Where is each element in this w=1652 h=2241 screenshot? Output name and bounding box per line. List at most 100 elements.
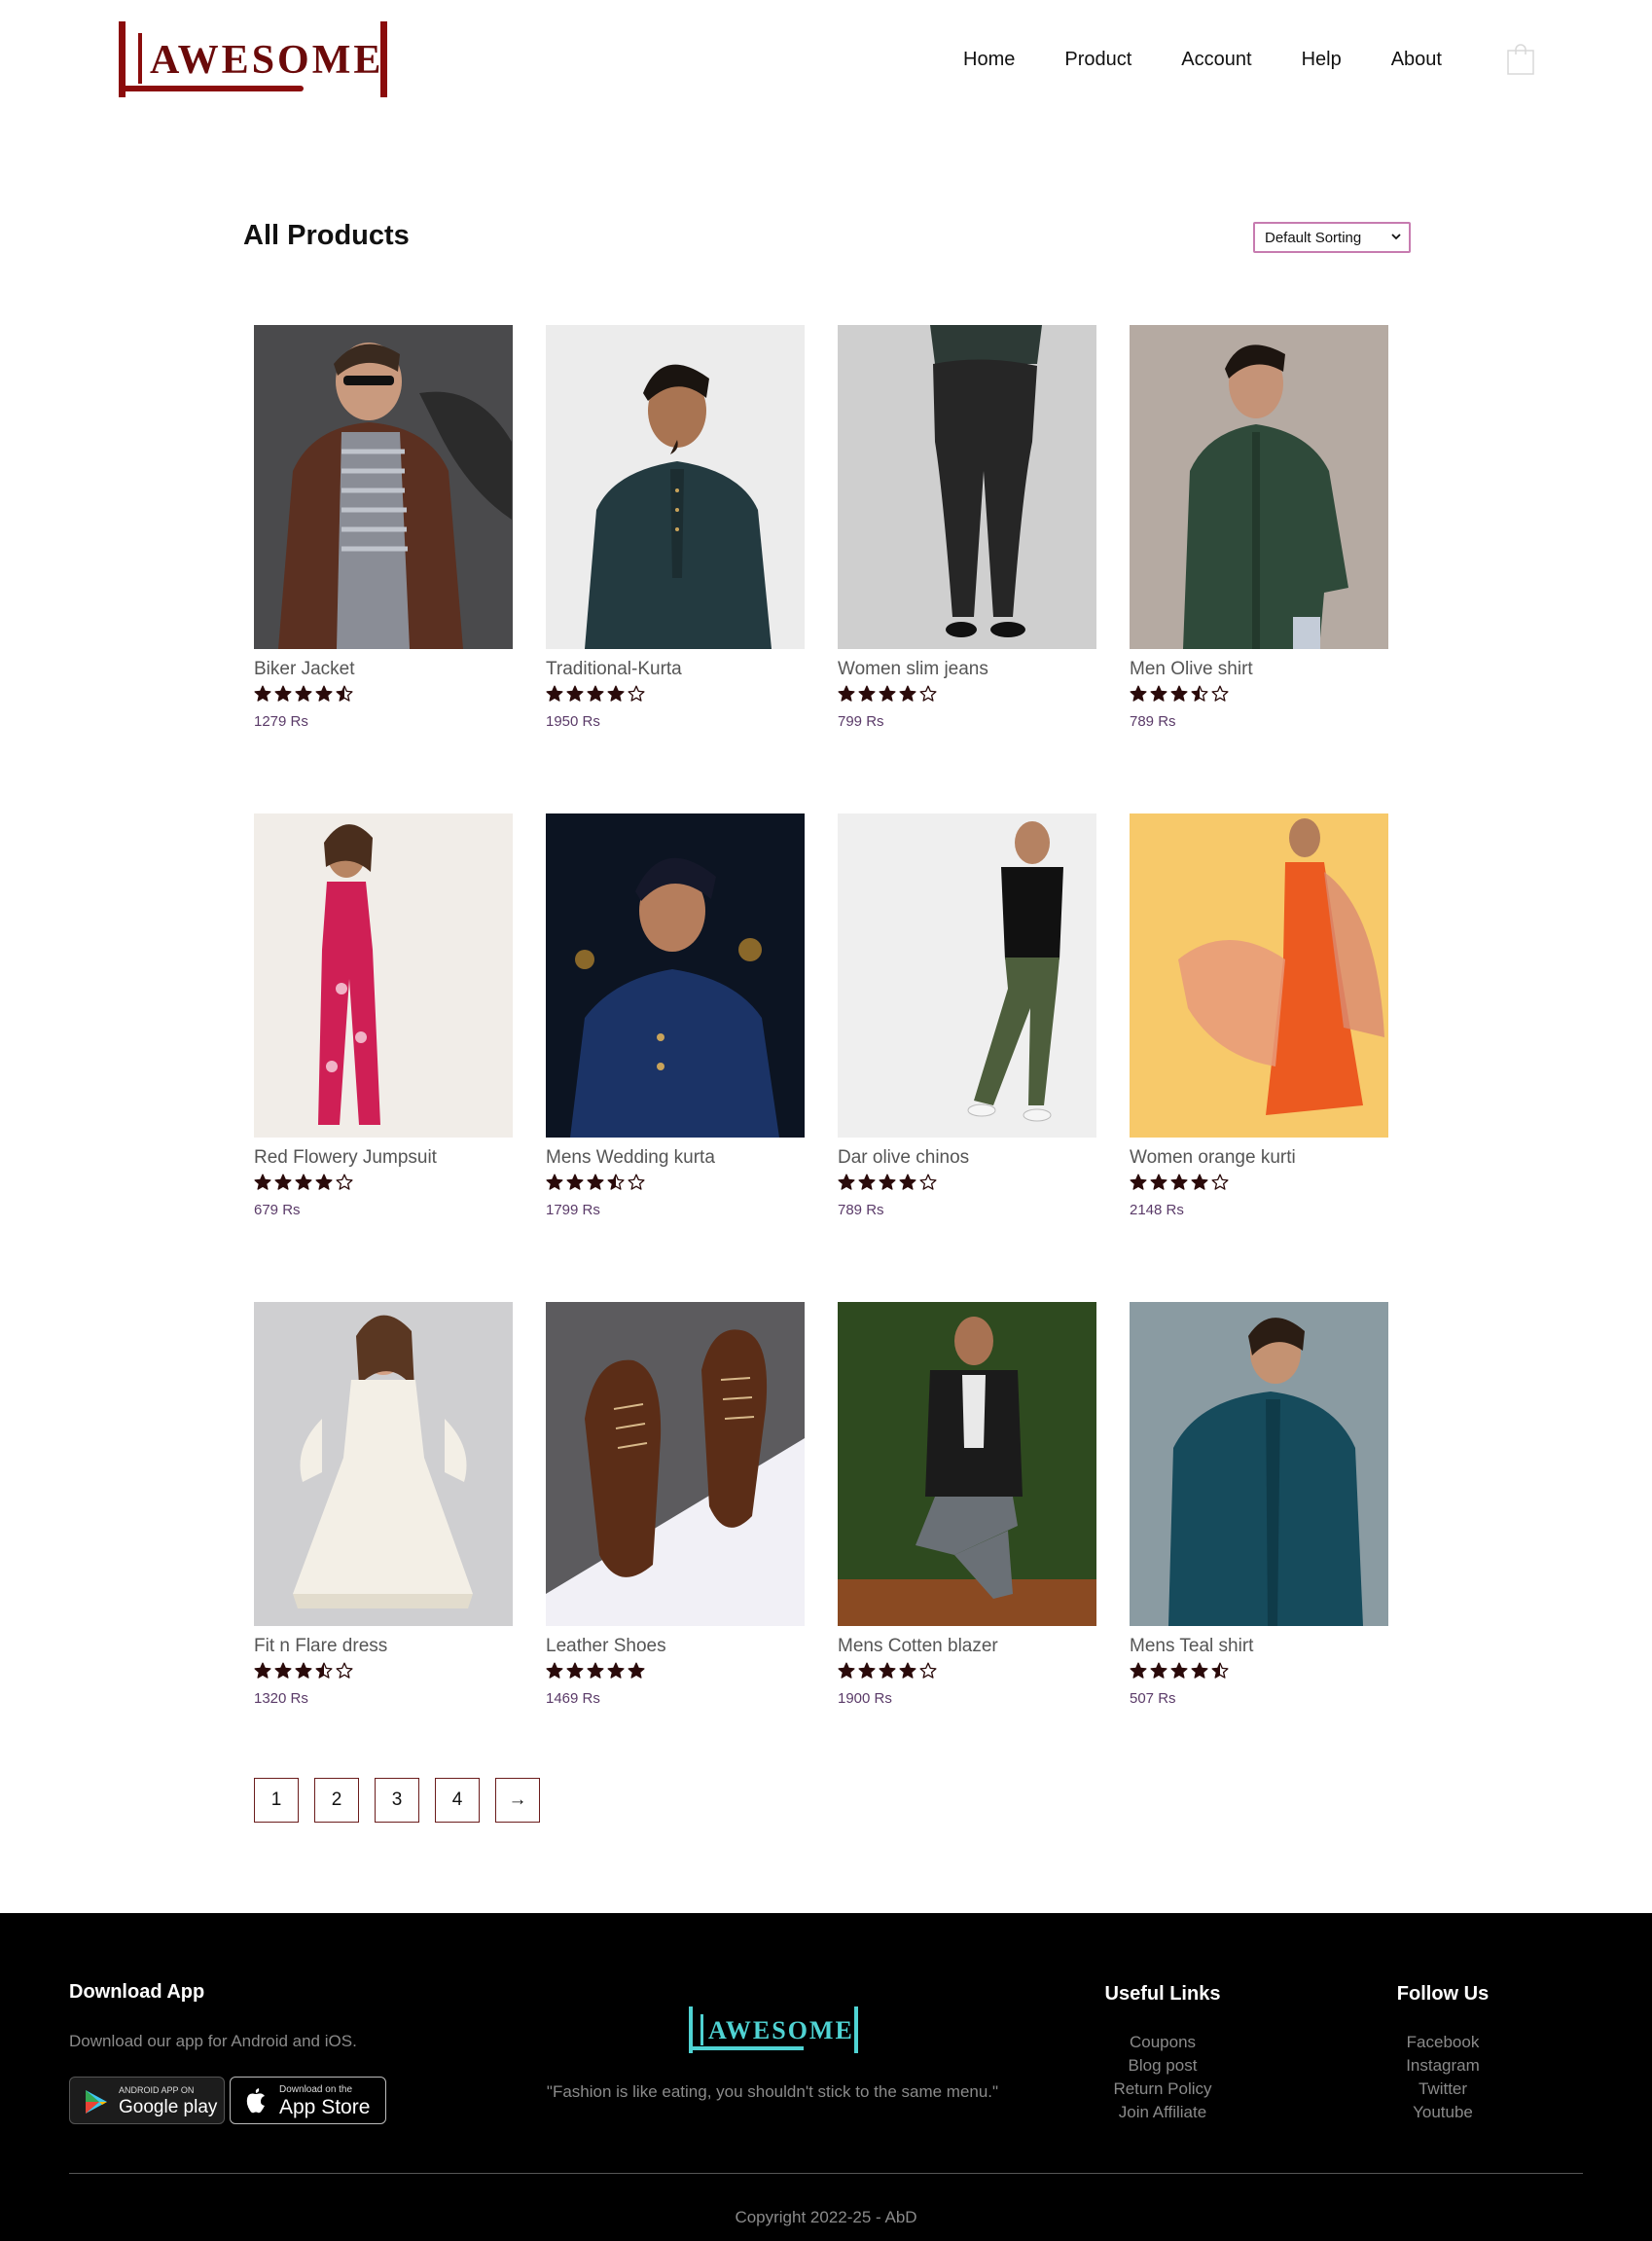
product-price: 1950 Rs xyxy=(546,713,600,730)
star-full-icon xyxy=(295,685,312,702)
product-name[interactable]: Red Flowery Jumpsuit xyxy=(254,1147,437,1169)
product-card[interactable]: Leather Shoes 1469 Rs xyxy=(546,1302,805,1711)
product-image[interactable] xyxy=(1130,325,1388,649)
footer-link-facebook[interactable]: Facebook xyxy=(1346,2031,1540,2054)
product-image[interactable] xyxy=(838,813,1096,1138)
nav-product[interactable]: Product xyxy=(1064,49,1131,71)
product-image[interactable] xyxy=(254,325,513,649)
app-store-badge[interactable]: Download on the App Store xyxy=(230,2077,386,2124)
product-name[interactable]: Mens Teal shirt xyxy=(1130,1636,1253,1657)
nav-help[interactable]: Help xyxy=(1302,49,1342,71)
star-rating xyxy=(838,1174,937,1191)
product-card[interactable]: Women slim jeans 799 Rs xyxy=(838,325,1096,734)
product-card[interactable]: Red Flowery Jumpsuit 679 Rs xyxy=(254,813,513,1222)
google-play-badge[interactable]: ANDROID APP ON Google play xyxy=(69,2077,225,2124)
star-half-icon xyxy=(1191,685,1208,702)
product-image[interactable] xyxy=(546,813,805,1138)
star-full-icon xyxy=(899,1662,916,1679)
star-full-icon xyxy=(1150,685,1167,702)
page-4-button[interactable]: 4 xyxy=(435,1778,480,1823)
shopping-bag-icon[interactable] xyxy=(1506,43,1535,76)
product-name[interactable]: Biker Jacket xyxy=(254,659,354,680)
product-image[interactable] xyxy=(254,1302,513,1626)
product-image[interactable] xyxy=(838,1302,1096,1626)
footer-link-youtube[interactable]: Youtube xyxy=(1346,2101,1540,2124)
nav-home[interactable]: Home xyxy=(963,49,1015,71)
product-card[interactable]: Men Olive shirt 789 Rs xyxy=(1130,325,1388,734)
star-full-icon xyxy=(1191,1662,1208,1679)
star-rating xyxy=(546,1174,645,1191)
product-image[interactable] xyxy=(254,813,513,1138)
star-full-icon xyxy=(315,1174,333,1190)
product-name[interactable]: Women orange kurti xyxy=(1130,1147,1296,1169)
product-price: 789 Rs xyxy=(1130,713,1176,730)
product-price: 1799 Rs xyxy=(546,1202,600,1218)
page-1-button[interactable]: 1 xyxy=(254,1778,299,1823)
footer-link-coupons[interactable]: Coupons xyxy=(1065,2031,1260,2054)
product-image[interactable] xyxy=(838,325,1096,649)
sort-select[interactable]: Default Sorting xyxy=(1253,222,1411,253)
star-rating xyxy=(546,685,645,703)
product-card[interactable]: Women orange kurti 2148 Rs xyxy=(1130,813,1388,1222)
star-empty-icon xyxy=(628,685,645,702)
star-empty-icon xyxy=(1211,685,1229,702)
product-card[interactable]: Mens Wedding kurta 1799 Rs xyxy=(546,813,805,1222)
google-play-label: Google play xyxy=(119,2097,218,2117)
product-name[interactable]: Fit n Flare dress xyxy=(254,1636,387,1657)
product-name[interactable]: Mens Wedding kurta xyxy=(546,1147,715,1169)
nav-about[interactable]: About xyxy=(1391,49,1442,71)
footer-link-blog-post[interactable]: Blog post xyxy=(1065,2054,1260,2078)
footer-link-instagram[interactable]: Instagram xyxy=(1346,2054,1540,2078)
product-name[interactable]: Men Olive shirt xyxy=(1130,659,1253,680)
follow-us-title: Follow Us xyxy=(1396,1983,1490,2005)
product-name[interactable]: Women slim jeans xyxy=(838,659,988,680)
product-card[interactable]: Fit n Flare dress 1320 Rs xyxy=(254,1302,513,1711)
product-image[interactable] xyxy=(1130,1302,1388,1626)
footer-link-return-policy[interactable]: Return Policy xyxy=(1065,2078,1260,2101)
footer-logo-right-bar xyxy=(854,2006,858,2053)
product-image[interactable] xyxy=(546,325,805,649)
page-3-button[interactable]: 3 xyxy=(375,1778,419,1823)
star-full-icon xyxy=(274,1662,292,1679)
product-price: 1320 Rs xyxy=(254,1690,308,1707)
product-card[interactable]: Mens Cotten blazer 1900 Rs xyxy=(838,1302,1096,1711)
star-empty-icon xyxy=(919,685,937,702)
product-price: 1900 Rs xyxy=(838,1690,892,1707)
product-price: 1279 Rs xyxy=(254,713,308,730)
app-store-label: App Store xyxy=(279,2096,371,2118)
brand-logo[interactable]: AWESOME xyxy=(117,21,389,99)
logo-text: AWESOME xyxy=(150,38,384,83)
star-full-icon xyxy=(899,1174,916,1190)
product-card[interactable]: Mens Teal shirt 507 Rs xyxy=(1130,1302,1388,1711)
useful-links-column: Useful Links Coupons Blog post Return Po… xyxy=(1065,1983,1260,2124)
footer-logo[interactable]: AWESOME xyxy=(689,2006,858,2057)
star-empty-icon xyxy=(336,1662,353,1679)
star-empty-icon xyxy=(919,1662,937,1679)
product-card[interactable]: Dar olive chinos 789 Rs xyxy=(838,813,1096,1222)
star-empty-icon xyxy=(628,1174,645,1190)
star-full-icon xyxy=(254,1662,271,1679)
product-card[interactable]: Biker Jacket 1279 Rs xyxy=(254,325,513,734)
star-full-icon xyxy=(858,685,876,702)
product-price: 2148 Rs xyxy=(1130,1202,1184,1218)
chevron-down-icon xyxy=(1391,234,1401,240)
star-full-icon xyxy=(1191,1174,1208,1190)
product-card[interactable]: Traditional-Kurta 1950 Rs xyxy=(546,325,805,734)
product-image[interactable] xyxy=(546,1302,805,1626)
product-name[interactable]: Leather Shoes xyxy=(546,1636,666,1657)
google-play-icon xyxy=(86,2090,107,2114)
star-full-icon xyxy=(879,685,896,702)
star-full-icon xyxy=(566,1662,584,1679)
footer-link-join-affiliate[interactable]: Join Affiliate xyxy=(1065,2101,1260,2124)
footer-link-twitter[interactable]: Twitter xyxy=(1346,2078,1540,2101)
star-rating xyxy=(1130,1174,1229,1191)
product-name[interactable]: Traditional-Kurta xyxy=(546,659,682,680)
product-name[interactable]: Dar olive chinos xyxy=(838,1147,969,1169)
nav-account[interactable]: Account xyxy=(1181,49,1251,71)
next-page-button[interactable]: → xyxy=(495,1778,540,1823)
star-rating xyxy=(838,1662,937,1680)
product-image[interactable] xyxy=(1130,813,1388,1138)
product-name[interactable]: Mens Cotten blazer xyxy=(838,1636,998,1657)
sort-select-label: Default Sorting xyxy=(1265,229,1362,246)
page-2-button[interactable]: 2 xyxy=(314,1778,359,1823)
